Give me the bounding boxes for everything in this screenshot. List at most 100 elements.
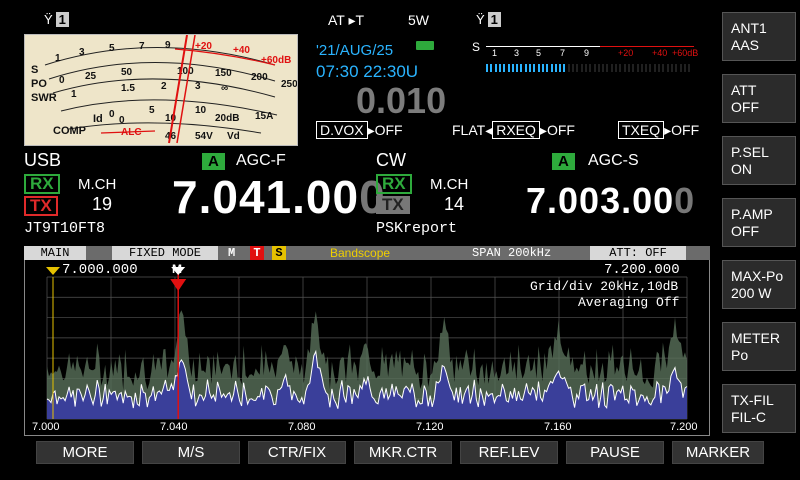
analog-meter: S PO SWR Id COMP 1 3 5 7 9 +20 +40 +60dB…: [24, 34, 298, 146]
flat-label: FLAT: [452, 122, 486, 138]
scope-xtick: 7.200: [670, 421, 698, 433]
more-button[interactable]: MORE: [36, 441, 134, 464]
s-meter-segment: [567, 64, 570, 72]
vfo-b-mode[interactable]: CW: [376, 150, 406, 171]
vfo-a-channel: 19: [92, 194, 113, 214]
ant-button[interactable]: ANT1 AAS: [722, 12, 796, 61]
s-meter-segment: [670, 64, 673, 72]
s-meter-segment: [580, 64, 583, 72]
dvox-label[interactable]: D.VOX: [316, 121, 368, 139]
s-meter-tick: 9: [584, 48, 590, 58]
s-meter-bar: S 1 3 5 7 9 +20 +40 +60dB: [472, 40, 699, 80]
scope-t-marker: T: [250, 246, 264, 260]
s-meter-tick: +60dB: [672, 48, 699, 58]
mkr-ctr-button[interactable]: MKR.CTR: [354, 441, 452, 464]
s-meter-segment: [645, 64, 648, 72]
vfo-a-rx: RX: [24, 174, 60, 194]
ref-lev-button[interactable]: REF.LEV: [460, 441, 558, 464]
s-meter-segment: [494, 64, 497, 72]
ms-button[interactable]: M/S: [142, 441, 240, 464]
s-meter-segment: [546, 64, 549, 72]
power-label: 5W: [408, 12, 429, 28]
vfo-b-mch: M.CH: [430, 176, 469, 193]
antenna-number-right: 1: [487, 12, 501, 27]
antenna-indicator-right: Ÿ1: [476, 12, 501, 27]
psel-button-l1: P.SEL: [731, 144, 769, 160]
psel-button[interactable]: P.SEL ON: [722, 136, 796, 185]
txeq-row: TXEQ ▸OFF: [618, 121, 699, 139]
rx-indicator: RX: [376, 174, 412, 194]
arrow-right-icon: ▸: [539, 122, 547, 138]
date-display: '21/AUG/25: [316, 42, 394, 59]
max-po-button[interactable]: MAX-Po 200 W: [722, 260, 796, 309]
meter-needle-peak: [176, 35, 196, 144]
rxeq-label[interactable]: RXEQ: [492, 121, 540, 139]
s-meter-segment: [615, 64, 617, 72]
s-meter-segment: [602, 64, 605, 72]
vfo-b-badge-label: A: [552, 153, 575, 170]
vfo-a-tx: TX: [24, 196, 58, 216]
s-meter-tick: 1: [492, 48, 498, 58]
meter-button-l1: METER: [731, 330, 780, 346]
meter-button-l2: Po: [731, 347, 749, 363]
s-meter-segment: [610, 64, 613, 72]
tx-fil-button[interactable]: TX-FIL FIL-C: [722, 384, 796, 433]
s-meter-segment: [554, 64, 557, 72]
vfo-b-badge: A: [552, 153, 575, 171]
pause-button[interactable]: PAUSE: [566, 441, 664, 464]
s-meter-segment: [559, 64, 562, 72]
s-meter-segment: [658, 64, 660, 72]
vfo-b-freq-main: 7.003.00: [526, 180, 675, 221]
scope-title: Bandscope: [330, 246, 391, 260]
s-meter-tick: +20: [618, 48, 634, 58]
vfo-a-mch: M.CH: [78, 176, 117, 193]
att-button-l2: OFF: [731, 99, 759, 115]
scope-end-freq: 7.200.000: [604, 262, 680, 278]
s-meter-segment: [511, 64, 514, 72]
s-meter-segment: [498, 64, 501, 72]
s-meter-segment: [636, 64, 639, 72]
vfo-b-frequency[interactable]: 7.003.000: [526, 180, 695, 222]
s-meter-segment: [597, 64, 600, 72]
att-button[interactable]: ATT OFF: [722, 74, 796, 123]
vfo-b-agc[interactable]: AGC-S: [588, 152, 639, 170]
ant-button-l2: AAS: [731, 37, 760, 53]
s-meter-segment: [649, 64, 652, 72]
scope-x-ticks: 7.000 7.040 7.080 7.120 7.160 7.200: [24, 421, 710, 435]
vfo-a-memo: JT9T10FT8: [24, 220, 106, 237]
scope-m-marker: M: [228, 246, 236, 260]
max-po-button-l2: 200 W: [731, 285, 772, 301]
scope-main-label[interactable]: MAIN: [24, 246, 86, 260]
s-meter-segment: [524, 64, 527, 72]
s-meter-segment: [679, 64, 682, 72]
s-meter-tick: 7: [560, 48, 566, 58]
scope-xtick: 7.080: [288, 421, 316, 433]
meter-button[interactable]: METER Po: [722, 322, 796, 371]
s-meter-segment: [520, 64, 523, 72]
sub-marker-triangle: [46, 267, 60, 275]
bandscope-header: MAIN FIXED MODE M T S Bandscope SPAN 200…: [24, 246, 710, 260]
scope-mode-label[interactable]: FIXED MODE: [112, 246, 218, 260]
vfo-b-freq-last: 0: [674, 180, 696, 221]
meter-needles: [168, 35, 196, 144]
s-meter-segment: [507, 64, 510, 72]
scope-att[interactable]: ATT: OFF: [590, 246, 686, 260]
rit-offset: 0.010: [356, 80, 447, 121]
vfo-b-memo: PSKreport: [376, 220, 458, 237]
pamp-button[interactable]: P.AMP OFF: [722, 198, 796, 247]
vfo-b-channel: 14: [444, 194, 465, 214]
vfo-a-frequency[interactable]: 7.041.000: [172, 170, 386, 224]
marker-button[interactable]: MARKER: [672, 441, 764, 464]
s-meter-scale-line-red: [600, 46, 694, 47]
s-meter-segment: [653, 64, 656, 72]
vfo-a-agc[interactable]: AGC-F: [236, 152, 286, 170]
txeq-label[interactable]: TXEQ: [618, 121, 665, 139]
s-meter-segment: [666, 64, 669, 72]
ctr-fix-button[interactable]: CTR/FIX: [248, 441, 346, 464]
pamp-button-l1: P.AMP: [731, 206, 773, 222]
s-meter-segment: [516, 64, 519, 72]
scope-span: SPAN 200kHz: [472, 246, 552, 260]
vfo-a-mode[interactable]: USB: [24, 150, 61, 171]
s-meter-segment: [593, 64, 596, 72]
antenna-number: 1: [55, 12, 69, 27]
